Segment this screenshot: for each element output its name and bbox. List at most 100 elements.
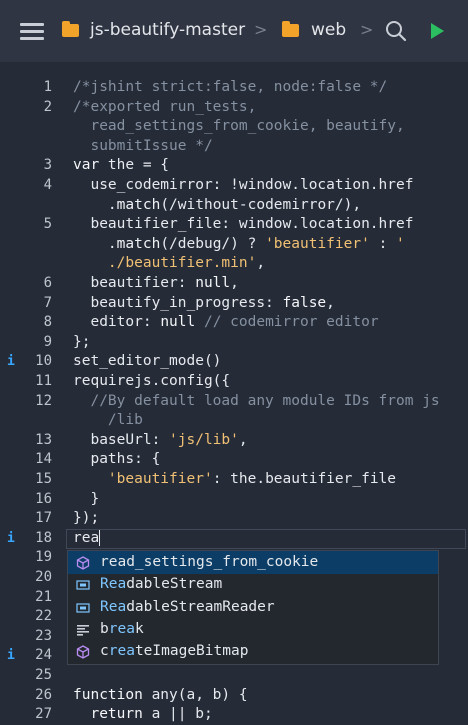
line-number: 24 xyxy=(35,647,52,664)
code-line[interactable]: 11 requirejs.config({ xyxy=(0,372,468,392)
autocomplete-label: createImageBitmap xyxy=(100,643,249,660)
line-number: 11 xyxy=(35,373,52,389)
code-text: rea xyxy=(73,529,101,546)
line-number: 18 xyxy=(35,529,52,546)
autocomplete-item[interactable]: createImageBitmap xyxy=(68,640,438,663)
code-line[interactable]: 3 var the = { xyxy=(0,156,468,176)
code-text: editor: null // codemirror editor xyxy=(73,314,379,331)
snippet-icon xyxy=(76,622,90,636)
code-line[interactable]: 15 'beautifier': the.beautifier_file xyxy=(0,470,468,490)
toolbar: js-beautify-master > web > xyxy=(0,0,468,62)
line-number: 14 xyxy=(35,451,52,468)
code-text: ./beautifier.min', xyxy=(73,255,266,272)
code-text: paths: { xyxy=(73,451,161,468)
breadcrumb-project[interactable]: js-beautify-master xyxy=(90,20,245,40)
code-line[interactable]: 4 use_codemirror: !window.location.href xyxy=(0,176,468,196)
autocomplete-popup: read_settings_from_cookie ReadableStream R… xyxy=(67,550,439,665)
code-line[interactable]: 16 } xyxy=(0,490,468,510)
line-number: 20 xyxy=(35,569,52,585)
code-line[interactable]: 1 /*jshint strict:false, node:false */ xyxy=(0,78,468,98)
code-line[interactable]: 26 function any(a, b) { xyxy=(0,686,468,706)
code-line[interactable]: read_settings_from_cookie, beautify, xyxy=(0,117,468,137)
line-number: 17 xyxy=(35,510,52,527)
line-number: 16 xyxy=(35,490,52,507)
text-cursor xyxy=(99,529,101,546)
line-number: 25 xyxy=(35,667,52,683)
autocomplete-label: read_settings_from_cookie xyxy=(100,554,319,570)
autocomplete-item[interactable]: break xyxy=(68,618,438,641)
code-text: requirejs.config({ xyxy=(73,373,231,389)
code-line[interactable]: 7 beautify_in_progress: false, xyxy=(0,294,468,314)
code-line[interactable]: 5 beautifier_file: window.location.href xyxy=(0,215,468,235)
code-line[interactable]: i 10 set_editor_mode() xyxy=(0,352,468,372)
code-text: baseUrl: 'js/lib', xyxy=(73,431,248,448)
code-line[interactable]: submitIssue */ xyxy=(0,137,468,157)
code-text: read_settings_from_cookie, beautify, xyxy=(73,118,405,135)
code-line[interactable]: 2 /*exported run_tests, xyxy=(0,98,468,118)
code-line[interactable]: 14 paths: { xyxy=(0,450,468,470)
line-number: 3 xyxy=(43,157,52,174)
code-text: set_editor_mode() xyxy=(73,353,222,370)
run-icon[interactable] xyxy=(431,23,444,39)
chevron-right-icon: > xyxy=(254,20,268,39)
code-text: //By default load any module IDs from js xyxy=(73,392,440,409)
menu-icon[interactable] xyxy=(20,23,44,41)
code-text: 'beautifier': the.beautifier_file xyxy=(73,471,397,487)
line-number: 27 xyxy=(35,706,52,723)
line-number: 9 xyxy=(43,333,52,350)
code-text: return a || b; xyxy=(73,706,213,723)
autocomplete-label: ReadableStream xyxy=(100,576,223,593)
line-number: 23 xyxy=(35,627,52,644)
search-icon[interactable] xyxy=(385,20,407,42)
code-text: /*exported run_tests, xyxy=(73,98,257,115)
autocomplete-item[interactable]: ReadableStream xyxy=(68,573,438,596)
chevron-right-icon: > xyxy=(360,20,374,39)
code-text: } xyxy=(73,490,100,507)
code-text: use_codemirror: !window.location.href xyxy=(73,177,414,193)
info-marker-icon[interactable]: i xyxy=(7,352,15,372)
variable-icon xyxy=(76,600,90,614)
folder-icon xyxy=(62,21,79,37)
code-line[interactable]: .match(/without-codemirror/), xyxy=(0,196,468,216)
current-line-highlight xyxy=(66,528,466,549)
code-text: /*jshint strict:false, node:false */ xyxy=(73,79,388,95)
variable-icon xyxy=(76,577,90,591)
info-marker-icon[interactable]: i xyxy=(7,529,15,549)
line-number: 15 xyxy=(35,471,52,487)
line-number: 6 xyxy=(43,275,52,291)
code-text: beautifier_file: window.location.href xyxy=(73,216,414,233)
code-line[interactable]: 17}); xyxy=(0,509,468,529)
code-text: function any(a, b) { xyxy=(73,686,248,703)
code-line[interactable]: .match(/debug/) ? 'beautifier' : ' xyxy=(0,235,468,255)
code-line[interactable]: i 18 rea xyxy=(0,528,468,549)
code-line[interactable]: 12 //By default load any module IDs from… xyxy=(0,392,468,412)
code-line[interactable]: ./beautifier.min', xyxy=(0,254,468,274)
folder-icon xyxy=(282,21,299,37)
code-text: .match(/debug/) ? 'beautifier' : ' xyxy=(73,235,405,252)
code-line[interactable]: 13 baseUrl: 'js/lib', xyxy=(0,431,468,451)
cube-icon xyxy=(76,644,90,659)
line-number: 2 xyxy=(43,98,52,115)
info-marker-icon[interactable]: i xyxy=(7,646,15,666)
code-text: }; xyxy=(73,333,91,350)
code-text: /lib xyxy=(73,412,143,429)
code-line[interactable]: 6 beautifier: null, xyxy=(0,274,468,294)
line-number: 1 xyxy=(43,79,52,95)
code-line[interactable]: 27 return a || b; xyxy=(0,705,468,725)
line-number: 7 xyxy=(43,294,52,311)
line-number: 21 xyxy=(35,588,52,605)
autocomplete-item[interactable]: ReadableStreamReader xyxy=(68,596,438,619)
code-text: }); xyxy=(73,510,100,527)
code-text: .match(/without-codemirror/), xyxy=(73,196,362,213)
code-text: var the = { xyxy=(73,157,170,174)
code-line[interactable]: 8 editor: null // codemirror editor xyxy=(0,313,468,333)
autocomplete-label: ReadableStreamReader xyxy=(100,598,275,615)
code-line[interactable]: 9}; xyxy=(0,333,468,353)
line-number: 26 xyxy=(35,686,52,703)
autocomplete-label: break xyxy=(100,620,144,637)
line-number: 8 xyxy=(43,314,52,331)
breadcrumb-folder[interactable]: web xyxy=(311,20,346,40)
autocomplete-item[interactable]: read_settings_from_cookie xyxy=(68,551,438,574)
code-line[interactable]: 25 xyxy=(0,666,468,686)
code-line[interactable]: /lib xyxy=(0,411,468,431)
